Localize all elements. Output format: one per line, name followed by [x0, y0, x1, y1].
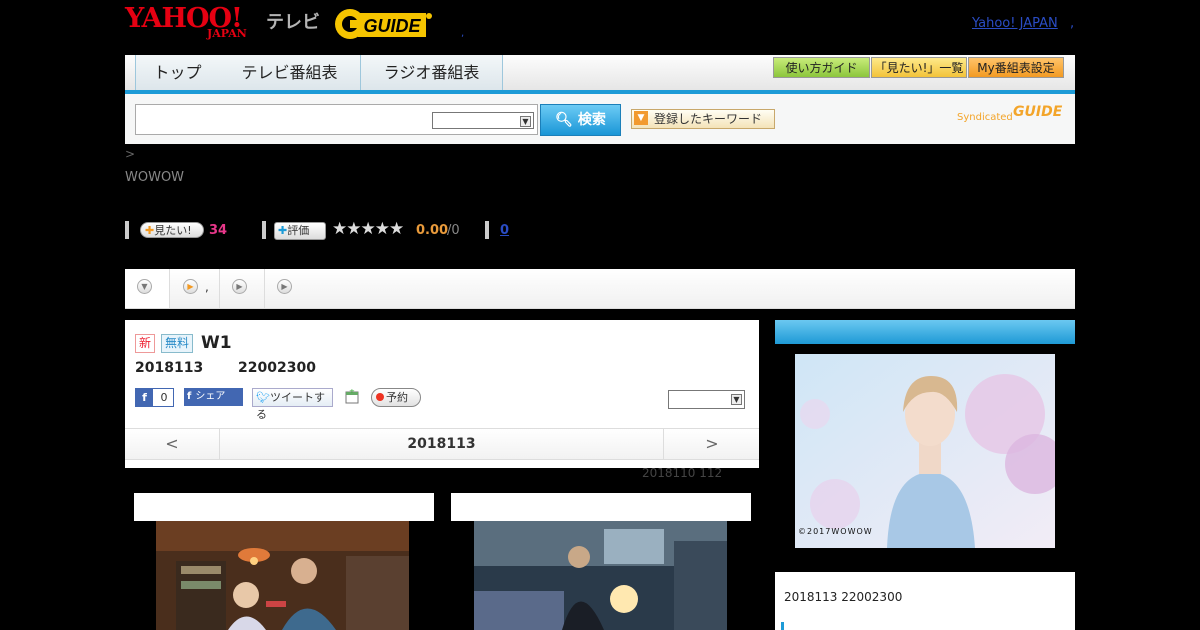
- play-icon: ▶: [232, 279, 247, 294]
- pager-date: 2018113: [407, 436, 476, 452]
- syndicated-label: Syndicated: [957, 112, 1013, 123]
- tv-label: テレビ: [266, 12, 320, 33]
- my-listings-settings-button[interactable]: My番組表設定: [968, 57, 1064, 78]
- play-icon: ▶: [183, 279, 198, 294]
- stat-divider: [485, 221, 489, 239]
- facebook-icon: f: [136, 389, 153, 406]
- header-dot: ,: [461, 28, 465, 39]
- program-panel: 新 無料 W1 2018113 22002300 f 0 f シェア 🐦︎ツイート…: [125, 320, 759, 468]
- global-nav: トップ テレビ番組表 ラジオ番組表 使い方ガイド 「見たい!」一覧 My番組表設…: [125, 55, 1075, 94]
- program-tabstrip: ▼ ▶ , ▶ ▶: [125, 269, 1075, 309]
- episode-photo-kitchen: [156, 521, 409, 630]
- facebook-share-label: シェア: [195, 391, 226, 402]
- facebook-like-button[interactable]: f 0: [135, 388, 174, 407]
- dropdown-arrow-icon: ▼: [634, 111, 648, 125]
- saved-keywords-label: 登録したキーワード: [654, 112, 763, 126]
- facebook-icon: f: [187, 391, 192, 402]
- breadcrumb[interactable]: >: [125, 147, 135, 161]
- japan-logo-text: JAPAN: [207, 27, 247, 40]
- search-category-select[interactable]: ▼: [432, 112, 534, 129]
- search-icon: 🔍︎: [555, 112, 573, 128]
- tab-top[interactable]: トップ: [135, 55, 220, 90]
- image-copyright: ©2017WOWOW: [798, 527, 873, 536]
- sidebar-header: [775, 320, 1075, 344]
- thumbnail-caption-bar: [451, 493, 751, 521]
- pager-next-button[interactable]: >: [663, 429, 760, 459]
- episode-thumbnail-card[interactable]: [134, 493, 434, 630]
- plus-icon: ✚: [278, 224, 288, 237]
- tab-radio-listings[interactable]: ラジオ番組表: [361, 55, 503, 90]
- yahoo-japan-link[interactable]: Yahoo! JAPAN: [972, 16, 1058, 31]
- rating-count: /0: [447, 223, 460, 238]
- svg-text:+: +: [349, 389, 355, 395]
- sidebar-section-marker: [781, 622, 784, 630]
- tab-overview[interactable]: ▼: [125, 269, 170, 308]
- rating-value: 0.00: [416, 223, 449, 238]
- stat-divider: [262, 221, 266, 239]
- tab-related[interactable]: ▶ ,: [170, 269, 220, 308]
- sidebar-broadcast-info: 2018113 22002300: [784, 590, 903, 604]
- tweet-button[interactable]: 🐦︎ツイートする: [252, 388, 333, 421]
- add-calendar-icon[interactable]: +: [345, 389, 359, 404]
- program-time: 22002300: [238, 360, 316, 376]
- program-date: 2018113: [135, 360, 204, 376]
- new-badge: 新: [135, 334, 156, 353]
- gguide-logo-text: GUIDE: [363, 16, 421, 36]
- want-to-watch-count: 34: [209, 223, 228, 238]
- chevron-down-icon: ▼: [731, 394, 742, 405]
- play-icon: ▶: [277, 279, 292, 294]
- plus-icon: ✚: [145, 224, 155, 237]
- rating-stars: ★★★★★: [332, 219, 404, 239]
- thumbnail-caption-bar: [134, 493, 434, 521]
- saved-keywords-button[interactable]: ▼ 登録したキーワード: [631, 109, 775, 129]
- pager-prev-button[interactable]: <: [125, 429, 220, 459]
- program-options-select[interactable]: ▼: [668, 390, 745, 409]
- chevron-down-icon: ▼: [137, 279, 152, 294]
- gguide-logo[interactable]: GUIDE: [334, 6, 434, 42]
- reserve-label: 予約: [386, 391, 408, 404]
- date-pager: < 2018113 >: [125, 428, 759, 460]
- free-badge: 無料: [161, 334, 194, 353]
- twitter-bird-icon: 🐦︎: [256, 391, 270, 404]
- episode-photo-room: [474, 521, 727, 630]
- channel-name: WOWOW: [125, 170, 185, 185]
- search-button-label: 検索: [577, 112, 606, 128]
- guide-button[interactable]: 使い方ガイド: [773, 57, 870, 78]
- tab-related-label: ,: [205, 280, 209, 294]
- stat-divider: [125, 221, 129, 239]
- program-key-visual[interactable]: ©2017WOWOW: [795, 354, 1055, 548]
- program-note: 2018110 112: [642, 466, 723, 480]
- tab-reviews[interactable]: ▶: [265, 269, 309, 308]
- header-trailing-dot: ,: [1070, 16, 1075, 31]
- yahoo-japan-logo[interactable]: YAHOO! JAPAN: [125, 5, 247, 41]
- record-dot-icon: [376, 393, 384, 401]
- watchlist-button[interactable]: 「見たい!」一覧: [871, 57, 967, 78]
- facebook-like-count: 0: [160, 391, 168, 404]
- search-bar: ▼ 🔍︎ 検索 ▼ 登録したキーワード Syndicated GUIDE: [125, 94, 1075, 144]
- tab-tv-listings[interactable]: テレビ番組表: [219, 55, 361, 90]
- reviews-link[interactable]: 0: [500, 223, 509, 238]
- want-to-watch-label: 見たい!: [154, 224, 192, 237]
- sidebar: ©2017WOWOW 2018113 22002300: [775, 320, 1075, 630]
- episode-thumbnail-card[interactable]: [451, 493, 751, 630]
- rate-label: 評価: [287, 224, 310, 237]
- gguide-logo-mark: GUIDE: [335, 9, 432, 39]
- rate-button[interactable]: ✚評価: [274, 222, 326, 240]
- facebook-share-button[interactable]: f シェア: [184, 388, 243, 406]
- program-title: W1: [201, 333, 232, 353]
- syndicated-gguide-logo: GUIDE: [1013, 104, 1063, 120]
- reserve-button[interactable]: 予約: [371, 388, 421, 407]
- tab-cast[interactable]: ▶: [220, 269, 265, 308]
- chevron-down-icon: ▼: [520, 116, 531, 127]
- search-button[interactable]: 🔍︎ 検索: [540, 104, 621, 136]
- want-to-watch-button[interactable]: ✚見たい!: [140, 222, 204, 238]
